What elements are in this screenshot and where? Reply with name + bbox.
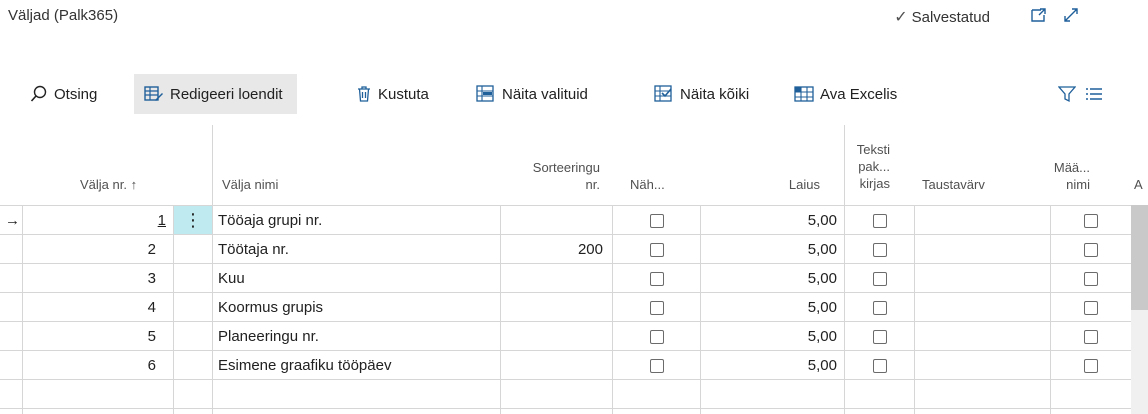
sort-ascending-icon: ↑ (130, 177, 138, 192)
filter-icon[interactable] (1058, 85, 1076, 103)
row-2-default-name-checkbox[interactable] (1084, 243, 1098, 257)
row-2-width[interactable]: 5,00 (705, 235, 837, 264)
row-6-visible-checkbox[interactable] (650, 359, 664, 373)
show-all-label: Näita kõiki (680, 85, 750, 103)
row-3-field-name[interactable]: Kuu (218, 264, 245, 293)
col-header-visible[interactable]: Näh... (630, 176, 665, 193)
row-3-sort-no[interactable] (505, 264, 603, 293)
show-all-button[interactable]: Näita kõiki (654, 74, 749, 114)
page-header: Väljad (Palk365) ✓ Salvestatud (0, 0, 1148, 36)
row-5-field-name[interactable]: Planeeringu nr. (218, 322, 319, 351)
trash-icon (358, 86, 370, 102)
row-5-default-name-checkbox[interactable] (1084, 330, 1098, 344)
row-3-width[interactable]: 5,00 (705, 264, 837, 293)
delete-label: Kustuta (378, 85, 429, 103)
row-4-width[interactable]: 5,00 (705, 293, 837, 322)
row-4-wrap-checkbox[interactable] (873, 301, 887, 315)
row-1-sort-no[interactable] (505, 206, 603, 235)
edit-list-icon (144, 86, 163, 101)
row-5-width[interactable]: 5,00 (705, 322, 837, 351)
row-2-visible-checkbox[interactable] (650, 243, 664, 257)
row-4-default-name-checkbox[interactable] (1084, 301, 1098, 315)
row-5-visible-checkbox[interactable] (650, 330, 664, 344)
edit-list-button[interactable]: Redigeeri loendit (134, 74, 297, 114)
row-6-field-name[interactable]: Esimene graafiku tööpäev (218, 351, 391, 380)
search-icon (30, 85, 47, 102)
excel-icon (794, 86, 814, 102)
search-label: Otsing (54, 85, 98, 103)
list-view-icon[interactable] (1086, 87, 1102, 101)
row-3-default-name-checkbox[interactable] (1084, 272, 1098, 286)
row-4-sort-no[interactable] (505, 293, 603, 322)
col-header-width[interactable]: Laius (760, 176, 820, 193)
edit-list-label: Redigeeri loendit (170, 85, 283, 103)
col-header-sort-no[interactable]: Sorteeringu nr. (500, 159, 600, 193)
checkmark-icon: ✓ (894, 9, 908, 26)
col-header-bg-color[interactable]: Taustavärv (922, 176, 985, 193)
row-5-wrap-checkbox[interactable] (873, 330, 887, 344)
col-header-field-no[interactable]: Välja nr. ↑ (80, 176, 137, 193)
row-3-visible-checkbox[interactable] (650, 272, 664, 286)
col-header-default-name[interactable]: Mää... nimi (1050, 159, 1090, 193)
row-5-field-no[interactable]: 5 (30, 322, 156, 351)
row-2-field-name[interactable]: Töötaja nr. (218, 235, 289, 264)
open-in-new-window-icon[interactable] (1030, 6, 1048, 24)
saved-status: ✓ Salvestatud (894, 7, 990, 27)
row-1-visible-checkbox[interactable] (650, 214, 664, 228)
row-2-wrap-checkbox[interactable] (873, 243, 887, 257)
vertical-scrollbar-thumb[interactable] (1131, 205, 1148, 310)
row-1-default-name-checkbox[interactable] (1084, 214, 1098, 228)
col-header-truncated[interactable]: A (1134, 176, 1143, 193)
row-3-wrap-checkbox[interactable] (873, 272, 887, 286)
open-in-excel-button[interactable]: Ava Excelis (794, 74, 897, 114)
open-in-excel-label: Ava Excelis (820, 85, 898, 103)
row-1-wrap-checkbox[interactable] (873, 214, 887, 228)
row-4-field-name[interactable]: Koormus grupis (218, 293, 323, 322)
row-1-field-no[interactable]: 1 (30, 206, 166, 235)
show-selected-label: Näita valituid (502, 85, 588, 103)
row-2-sort-no[interactable]: 200 (505, 235, 603, 264)
row-5-sort-no[interactable] (505, 322, 603, 351)
row-1-field-name[interactable]: Tööaja grupi nr. (218, 206, 322, 235)
row-6-field-no[interactable]: 6 (30, 351, 156, 380)
row-1-width[interactable]: 5,00 (705, 206, 837, 235)
delete-button[interactable]: Kustuta (356, 74, 429, 114)
show-selected-button[interactable]: Näita valituid (476, 74, 588, 114)
page-title: Väljad (Palk365) (8, 7, 119, 24)
saved-status-label: Salvestatud (911, 8, 990, 26)
row-6-sort-no[interactable] (505, 351, 603, 380)
search-button[interactable]: Otsing (30, 74, 97, 114)
selected-row-arrow-icon: → (5, 212, 20, 229)
row-2-field-no[interactable]: 2 (30, 235, 156, 264)
row-6-wrap-checkbox[interactable] (873, 359, 887, 373)
show-all-icon (654, 85, 672, 102)
row-6-default-name-checkbox[interactable] (1084, 359, 1098, 373)
row-actions-menu-icon[interactable]: ⋮ (174, 206, 212, 234)
row-4-visible-checkbox[interactable] (650, 301, 664, 315)
row-6-width[interactable]: 5,00 (705, 351, 837, 380)
action-bar: Otsing Redigeeri loendit Kustuta Näita v… (0, 74, 1148, 114)
fields-table: Välja nr. ↑ Välja nimi Sorteeringu nr. Nä… (0, 125, 1148, 414)
col-header-field-name[interactable]: Välja nimi (222, 176, 278, 193)
show-selected-icon (476, 85, 494, 102)
row-3-field-no[interactable]: 3 (30, 264, 156, 293)
row-4-field-no[interactable]: 4 (30, 293, 156, 322)
expand-icon[interactable] (1062, 6, 1080, 24)
